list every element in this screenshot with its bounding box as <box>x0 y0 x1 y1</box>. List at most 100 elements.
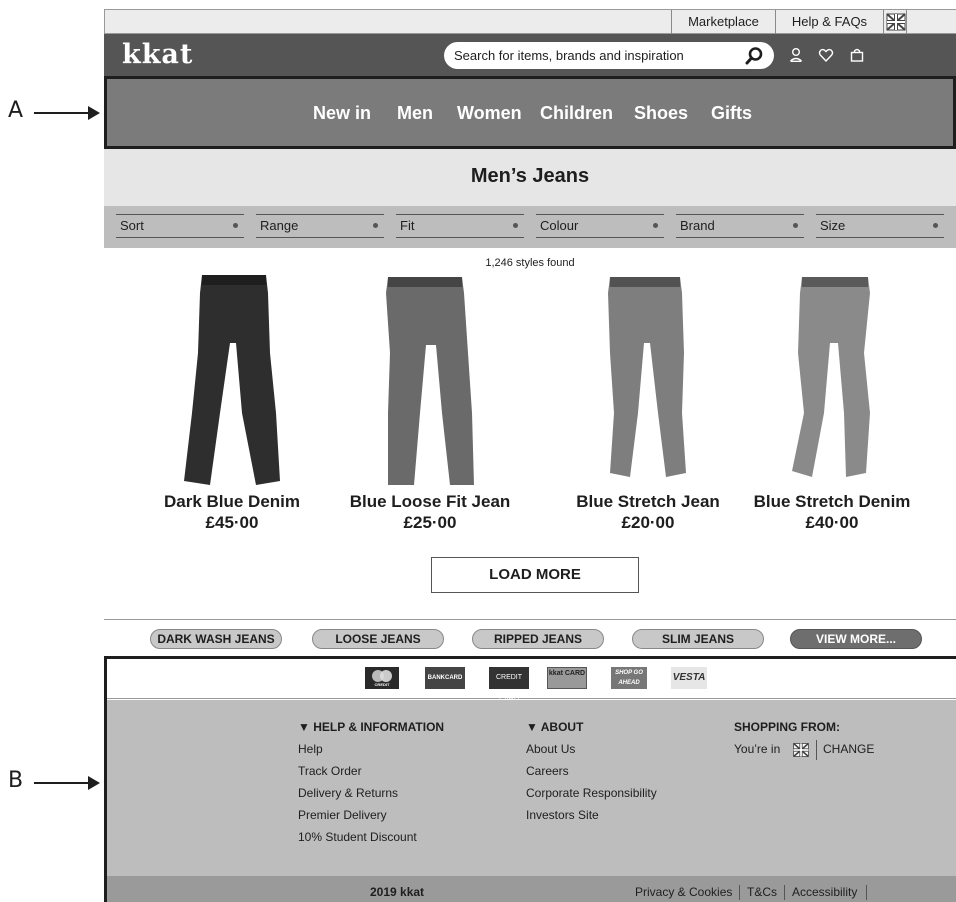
filter-range[interactable]: Range <box>256 214 384 238</box>
filter-label: Brand <box>680 218 715 233</box>
help-faqs-link[interactable]: Help & FAQs <box>775 10 883 34</box>
separator <box>816 740 817 760</box>
category-title-bar: Men’s Jeans <box>104 149 956 206</box>
filter-sort[interactable]: Sort <box>116 214 244 238</box>
chip-ripped-jeans[interactable]: RIPPED JEANS <box>472 629 604 649</box>
nav-shoes[interactable]: Shoes <box>634 103 688 124</box>
dropdown-dot-icon <box>373 223 378 228</box>
corporate-responsibility-link[interactable]: Corporate Responsibility <box>526 786 657 800</box>
country-selector[interactable] <box>883 10 907 34</box>
change-country-link[interactable]: CHANGE <box>823 742 874 756</box>
web-page: Marketplace Help & FAQs kkat Search for … <box>104 9 956 902</box>
product-card[interactable]: Blue Stretch Denim £40·00 <box>742 273 922 543</box>
product-image[interactable] <box>742 273 922 488</box>
credit-card-text-logo: CREDIT CARD <box>489 667 529 703</box>
vesta-logo: VESTA <box>671 667 707 689</box>
product-card[interactable]: Blue Stretch Jean £20·00 <box>558 273 738 543</box>
card-label: CREDIT <box>374 682 390 687</box>
utility-bar: Marketplace Help & FAQs <box>104 9 956 34</box>
filter-label: Sort <box>120 218 144 233</box>
filter-fit[interactable]: Fit <box>396 214 524 238</box>
search-box <box>444 42 774 69</box>
filter-size[interactable]: Size <box>816 214 944 238</box>
waistband <box>610 277 680 287</box>
product-image[interactable] <box>558 273 738 488</box>
site-header: kkat <box>104 34 956 76</box>
search-input[interactable] <box>454 45 734 66</box>
help-link[interactable]: Help <box>298 742 323 756</box>
dropdown-dot-icon <box>933 223 938 228</box>
jeans-shape <box>386 277 474 485</box>
product-image[interactable] <box>340 273 520 488</box>
main-navigation: New in Men Women Children Shoes Gifts <box>104 76 956 149</box>
bankcard-logo: BANKCARD <box>425 667 465 689</box>
search-icon[interactable] <box>744 46 764 66</box>
product-name[interactable]: Blue Loose Fit Jean <box>320 492 540 512</box>
annotation-label-a: A <box>8 98 24 123</box>
heart-icon[interactable] <box>818 47 834 63</box>
chip-dark-wash-jeans[interactable]: DARK WASH JEANS <box>150 629 282 649</box>
nav-gifts[interactable]: Gifts <box>711 103 752 124</box>
youre-in-label: You’re in <box>734 742 781 756</box>
about-heading[interactable]: ▼ ABOUT <box>526 720 583 734</box>
nav-women[interactable]: Women <box>457 103 522 124</box>
privacy-cookies-link[interactable]: Privacy & Cookies <box>635 885 732 899</box>
load-more-button[interactable]: LOAD MORE <box>431 557 639 593</box>
copyright: 2019 kkat <box>370 885 425 899</box>
about-us-link[interactable]: About Us <box>526 742 575 756</box>
filter-label: Fit <box>400 218 415 233</box>
kkat-card-logo: kkat CARD <box>547 667 587 689</box>
nav-children[interactable]: Children <box>540 103 613 124</box>
site-footer: CREDIT BANKCARD CREDIT CARD kkat CARD SH… <box>104 656 956 902</box>
careers-link[interactable]: Careers <box>526 764 569 778</box>
separator <box>784 885 785 900</box>
chip-slim-jeans[interactable]: SLIM JEANS <box>632 629 764 649</box>
waistband <box>388 277 462 287</box>
accessibility-link[interactable]: Accessibility <box>792 885 857 899</box>
delivery-returns-link[interactable]: Delivery & Returns <box>298 786 398 800</box>
annotation-arrow-b <box>34 776 100 790</box>
track-order-link[interactable]: Track Order <box>298 764 362 778</box>
annotation-arrow-a <box>34 106 100 120</box>
product-image[interactable] <box>142 273 322 488</box>
footer-bottom-bar: 2019 kkat Privacy & Cookies T&Cs Accessi… <box>107 876 956 902</box>
dropdown-dot-icon <box>513 223 518 228</box>
product-card[interactable]: Dark Blue Denim £45·00 <box>142 273 322 543</box>
chip-loose-jeans[interactable]: LOOSE JEANS <box>312 629 444 649</box>
divider <box>104 619 956 620</box>
filter-colour[interactable]: Colour <box>536 214 664 238</box>
product-price: £45·00 <box>205 513 259 532</box>
page-title: Men’s Jeans <box>470 165 590 187</box>
waistband <box>202 275 266 285</box>
kkat-logo[interactable]: kkat <box>122 40 193 70</box>
separator <box>866 885 867 900</box>
investors-site-link[interactable]: Investors Site <box>526 808 599 822</box>
footer-links: ▼ HELP & INFORMATION Help Track Order De… <box>107 700 956 876</box>
waistband <box>802 277 868 287</box>
product-price: £25·00 <box>403 513 457 532</box>
credit-card-logo: CREDIT <box>365 667 399 689</box>
annotation-label-b: B <box>8 768 24 793</box>
terms-link[interactable]: T&Cs <box>747 885 777 899</box>
premier-delivery-link[interactable]: Premier Delivery <box>298 808 387 822</box>
product-name[interactable]: Dark Blue Denim <box>122 492 342 512</box>
nav-men[interactable]: Men <box>397 103 433 124</box>
product-name[interactable]: Blue Stretch Denim <box>722 492 942 512</box>
account-icon[interactable] <box>788 47 804 63</box>
separator <box>739 885 740 900</box>
filter-brand[interactable]: Brand <box>676 214 804 238</box>
dropdown-dot-icon <box>793 223 798 228</box>
results-count: 1,246 styles found <box>485 257 575 269</box>
view-more-chip[interactable]: VIEW MORE... <box>790 629 922 649</box>
help-information-heading[interactable]: ▼ HELP & INFORMATION <box>298 720 444 734</box>
student-discount-link[interactable]: 10% Student Discount <box>298 830 417 844</box>
nav-new-in[interactable]: New in <box>313 103 371 124</box>
uk-flag-icon <box>886 13 906 31</box>
filter-label: Range <box>260 218 299 233</box>
marketplace-link[interactable]: Marketplace <box>671 10 775 34</box>
bag-icon[interactable] <box>849 47 865 63</box>
uk-flag-icon <box>793 742 809 758</box>
product-card[interactable]: Blue Loose Fit Jean £25·00 <box>340 273 520 543</box>
product-price: £40·00 <box>805 513 859 532</box>
shopping-from-heading: SHOPPING FROM: <box>734 720 841 734</box>
